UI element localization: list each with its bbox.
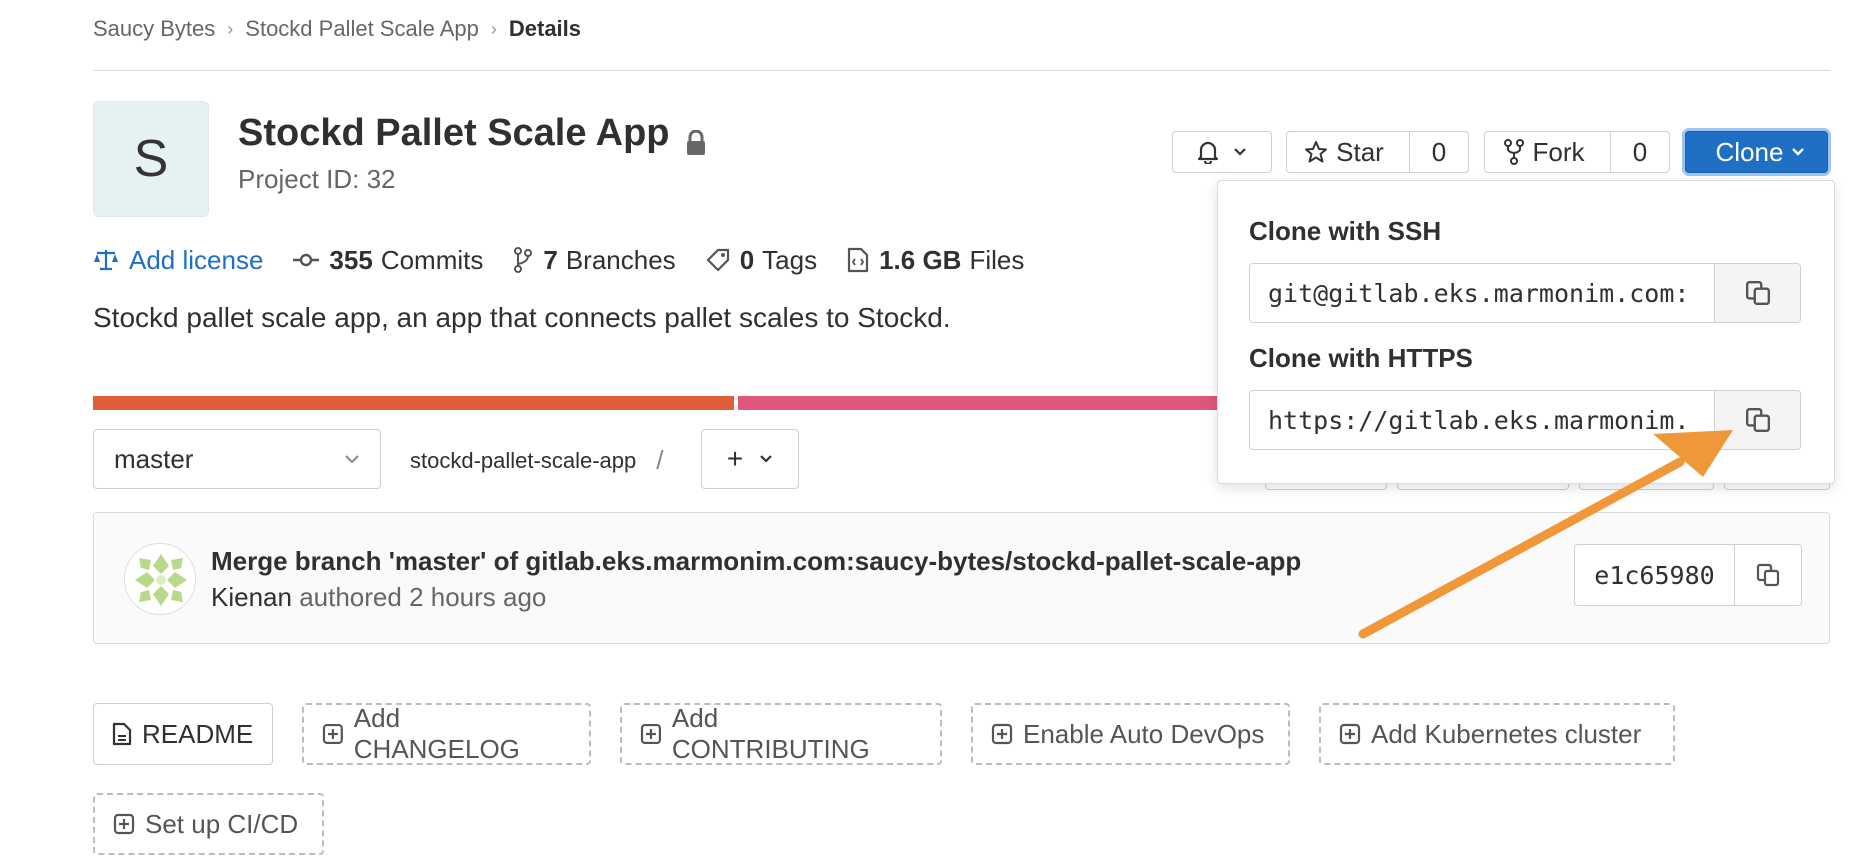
commit-icon [293,253,320,267]
divider [93,70,1830,71]
language-segment[interactable] [93,396,735,410]
chevron-down-icon [1792,148,1805,156]
bell-icon [1197,141,1219,164]
commits-count: 355 [329,244,373,275]
project-id: Project ID: 32 [238,164,396,194]
chevron-right-icon: › [490,18,497,39]
repo-path: stockd-pallet-scale-app / [410,445,663,476]
author-avatar[interactable] [124,543,196,615]
files-stat[interactable]: 1.6 GB Files [847,245,1024,276]
notification-dropdown-button[interactable] [1172,131,1272,173]
clone-ssh-label: Clone with SSH [1249,216,1442,246]
chevron-down-icon [760,455,772,463]
star-icon [1305,141,1328,163]
clone-https-group [1249,390,1801,450]
project-title-row: Stockd Pallet Scale App [238,112,706,155]
project-title: Stockd Pallet Scale App [238,112,670,154]
commit-sha-group: e1c65980 [1574,544,1802,606]
tags-count: 0 [739,244,755,275]
plus-square-icon [991,723,1013,745]
files-label: Files [969,244,1025,275]
path-separator: / [656,445,664,475]
clone-ssh-group [1249,263,1801,323]
breadcrumb-group[interactable]: Saucy Bytes [93,16,215,42]
add-contributing-label: Add CONTRIBUTING [671,703,870,764]
plus-icon: + [726,443,744,474]
fork-count[interactable]: 0 [1610,131,1670,173]
commit-sha-link[interactable]: e1c65980 [1575,545,1735,605]
breadcrumb: Saucy Bytes › Stockd Pallet Scale App › … [93,14,581,44]
add-changelog-button[interactable]: Add CHANGELOG [302,703,591,765]
enable-auto-devops-button[interactable]: Enable Auto DevOps [971,703,1290,765]
readme-label: README [142,718,254,749]
branch-dropdown[interactable]: master [93,429,381,489]
plus-square-icon [1339,723,1361,745]
add-file-dropdown[interactable]: + [701,429,799,489]
tags-label: Tags [762,244,818,275]
commit-author-link[interactable]: Kienan [211,582,292,612]
commits-label: Commits [380,244,484,275]
add-kubernetes-cluster-button[interactable]: Add Kubernetes cluster [1319,703,1675,765]
copy-https-button[interactable] [1714,391,1800,449]
setup-ci-cd-button[interactable]: Set up CI/CD [93,793,324,855]
project-description: Stockd pallet scale app, an app that con… [93,302,951,333]
copy-icon [1745,407,1770,433]
commit-authored-time: authored 2 hours ago [299,582,547,612]
clone-https-input[interactable] [1250,391,1714,449]
readme-button[interactable]: README [93,703,273,765]
clone-button[interactable]: Clone [1685,131,1828,173]
breadcrumb-project[interactable]: Stockd Pallet Scale App [245,16,479,42]
add-kubernetes-cluster-label: Add Kubernetes cluster [1371,718,1642,749]
setup-ci-cd-label: Set up CI/CD [145,808,299,839]
clone-label: Clone [1715,136,1784,167]
branches-stat[interactable]: 7 Branches [513,244,676,276]
branches-count: 7 [543,244,558,275]
star-label: Star [1336,136,1384,167]
branch-name: master [114,443,194,474]
copy-ssh-button[interactable] [1714,264,1800,322]
copy-sha-button[interactable] [1735,545,1801,605]
plus-square-icon [113,813,135,835]
chevron-down-icon [345,455,359,464]
commits-stat[interactable]: 355 Commits [293,245,483,276]
copy-icon [1745,280,1770,306]
add-license-label: Add license [129,244,264,275]
project-stats: Add license 355 Commits 7 Branches 0 Tag… [93,244,1054,276]
add-contributing-button[interactable]: Add CONTRIBUTING [620,703,942,765]
star-count[interactable]: 0 [1409,131,1469,173]
breadcrumb-current[interactable]: Details [509,16,581,42]
lock-icon [686,123,706,155]
add-changelog-label: Add CHANGELOG [353,703,520,764]
star-button[interactable]: Star [1286,131,1410,173]
branches-label: Branches [565,244,676,275]
copy-icon [1756,563,1780,587]
commit-title-link[interactable]: Merge branch 'master' of gitlab.eks.marm… [211,546,1301,577]
add-license-link[interactable]: Add license [93,245,263,276]
project-avatar: S [93,101,209,217]
clone-ssh-input[interactable] [1250,264,1714,322]
enable-auto-devops-label: Enable Auto DevOps [1023,718,1265,749]
chevron-down-icon [1234,148,1246,156]
document-icon [112,722,132,746]
files-size: 1.6 GB [879,244,962,275]
branch-icon [514,247,533,273]
file-icon [847,247,869,273]
scale-icon [94,250,118,271]
commit-meta: Kienan authored 2 hours ago [211,582,546,613]
plus-square-icon [640,723,661,745]
fork-button[interactable]: Fork [1484,131,1611,173]
fork-label: Fork [1532,136,1585,167]
tags-stat[interactable]: 0 Tags [706,245,817,276]
repo-path-link[interactable]: stockd-pallet-scale-app [410,448,636,474]
plus-square-icon [322,724,343,744]
identicon-image [125,544,195,614]
clone-https-label: Clone with HTTPS [1249,343,1473,373]
tag-icon [706,248,729,272]
fork-icon [1503,139,1524,165]
last-commit-panel [93,512,1830,644]
chevron-right-icon: › [227,18,234,39]
